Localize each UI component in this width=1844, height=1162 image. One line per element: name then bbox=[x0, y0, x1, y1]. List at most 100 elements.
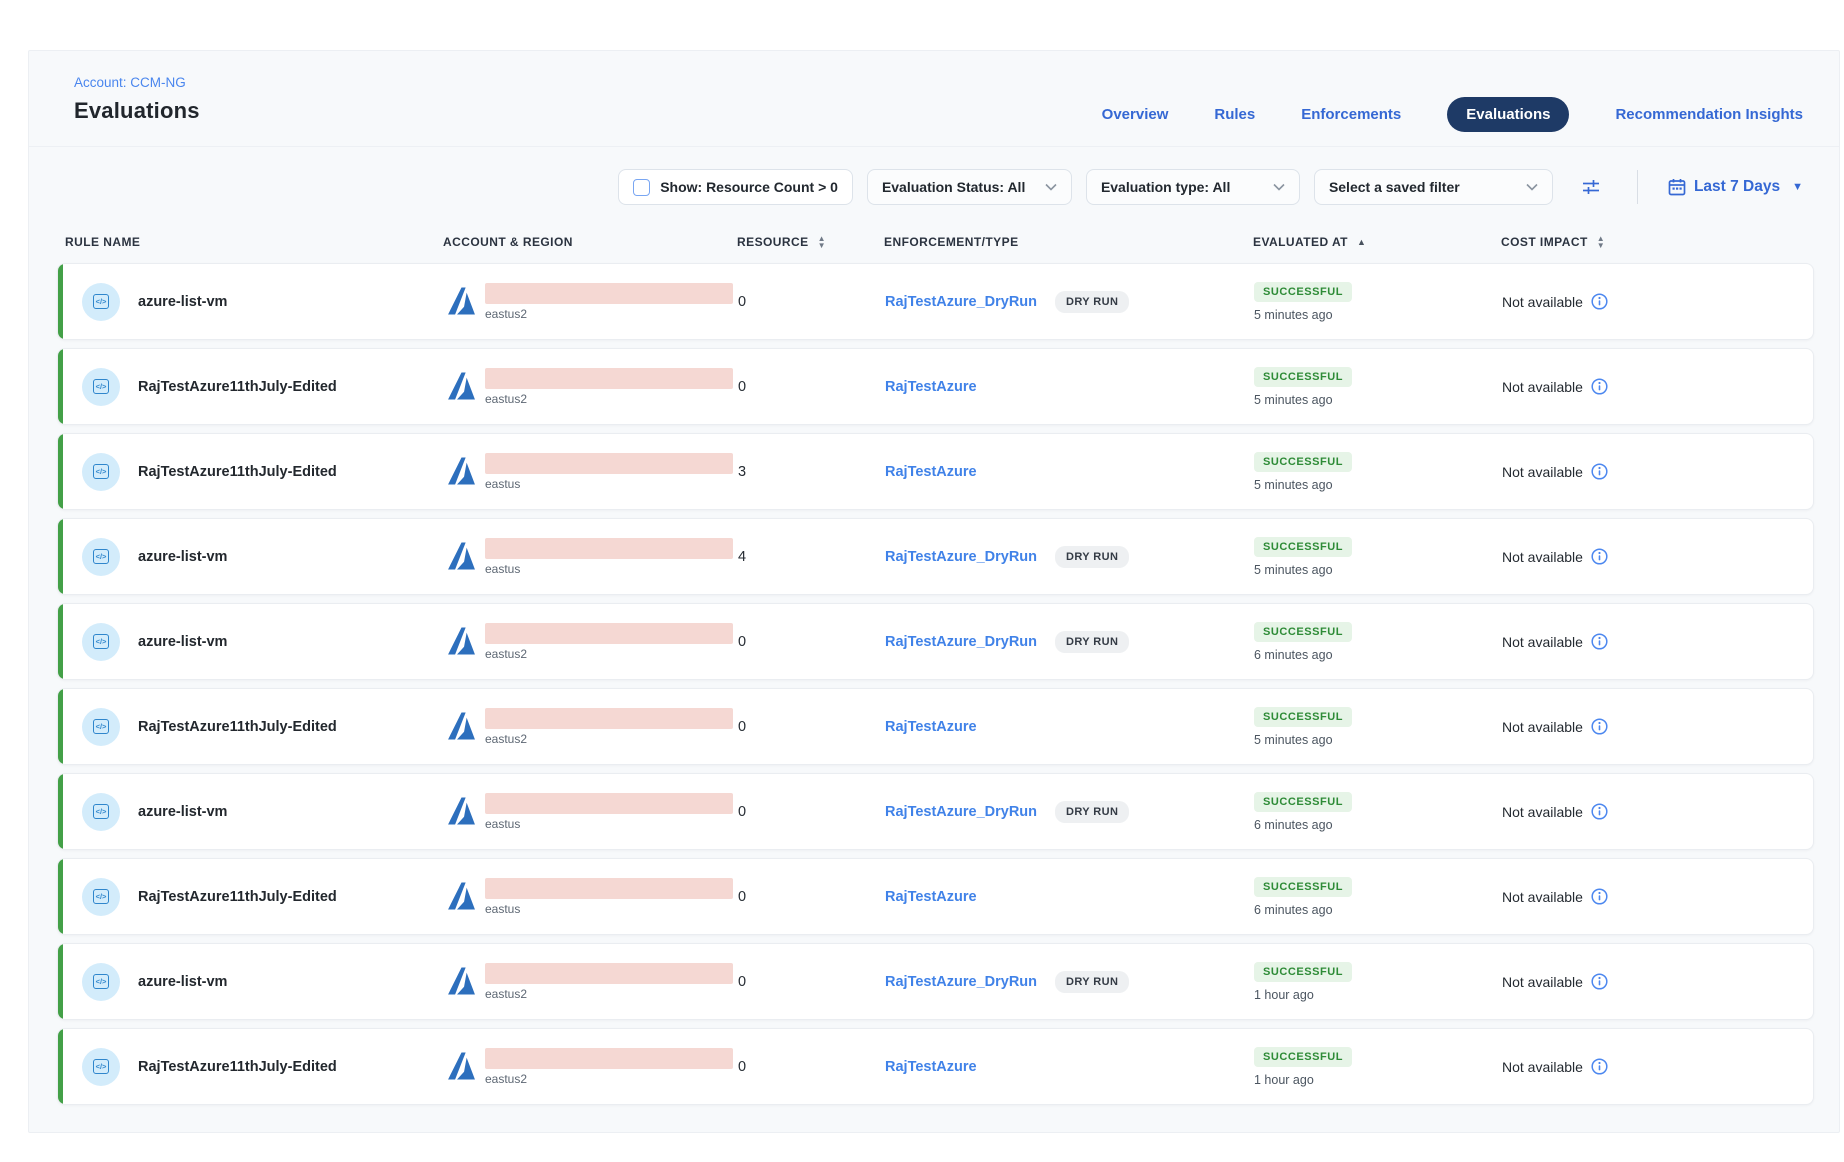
resource-count: 0 bbox=[738, 719, 885, 735]
resource-count: 0 bbox=[738, 804, 885, 820]
saved-filter-select[interactable]: Select a saved filter bbox=[1314, 169, 1553, 205]
info-icon[interactable] bbox=[1591, 973, 1608, 990]
enforcement-link[interactable]: RajTestAzure bbox=[885, 1059, 977, 1075]
evaluation-row[interactable]: </> azure-list-vm eastus2 0 RajTestAzure… bbox=[57, 603, 1814, 680]
azure-logo-icon bbox=[444, 965, 479, 997]
info-icon[interactable] bbox=[1591, 1058, 1608, 1075]
enforcement-link[interactable]: RajTestAzure_DryRun bbox=[885, 294, 1037, 310]
cost-impact-value: Not available bbox=[1502, 804, 1583, 820]
account-region-cell: eastus2 bbox=[444, 283, 738, 321]
account-breadcrumb[interactable]: Account: CCM-NG bbox=[74, 75, 200, 90]
evaluation-status-select[interactable]: Evaluation Status: All bbox=[867, 169, 1072, 205]
filter-divider bbox=[1637, 170, 1638, 204]
col-cost-impact-sort[interactable]: COST IMPACT▲▼ bbox=[1501, 235, 1814, 249]
info-icon[interactable] bbox=[1591, 548, 1608, 565]
account-name-redacted bbox=[485, 453, 733, 474]
enforcement-link[interactable]: RajTestAzure_DryRun bbox=[885, 974, 1037, 990]
nav-evaluations-active[interactable]: Evaluations bbox=[1447, 97, 1569, 132]
azure-logo-icon bbox=[444, 625, 479, 657]
evaluated-at-cell: SUCCESSFUL 5 minutes ago bbox=[1254, 537, 1502, 577]
evaluated-time: 6 minutes ago bbox=[1254, 903, 1333, 917]
status-badge: SUCCESSFUL bbox=[1254, 282, 1352, 302]
col-resource-sort[interactable]: RESOURCE▲▼ bbox=[737, 235, 884, 249]
nav-enforcements[interactable]: Enforcements bbox=[1301, 106, 1401, 123]
enforcement-link[interactable]: RajTestAzure_DryRun bbox=[885, 634, 1037, 650]
col-evaluated-at-sort[interactable]: EVALUATED AT▲ bbox=[1253, 235, 1501, 249]
enforcement-cell: RajTestAzure bbox=[885, 464, 1254, 480]
rule-name: RajTestAzure11thJuly-Edited bbox=[138, 464, 337, 480]
status-badge: SUCCESSFUL bbox=[1254, 537, 1352, 557]
evaluated-time: 6 minutes ago bbox=[1254, 818, 1333, 832]
nav-recommendation-insights[interactable]: Recommendation Insights bbox=[1615, 106, 1803, 123]
resource-count: 0 bbox=[738, 634, 885, 650]
rule-cell: </> RajTestAzure11thJuly-Edited bbox=[58, 368, 444, 406]
region-label: eastus bbox=[485, 562, 733, 576]
evaluated-time: 5 minutes ago bbox=[1254, 308, 1333, 322]
sort-icon: ▲▼ bbox=[1597, 235, 1605, 249]
custom-rule-icon: </> bbox=[82, 283, 120, 321]
info-icon[interactable] bbox=[1591, 888, 1608, 905]
resource-count-filter[interactable]: Show: Resource Count > 0 bbox=[618, 169, 853, 205]
info-icon[interactable] bbox=[1591, 718, 1608, 735]
nav-rules[interactable]: Rules bbox=[1214, 106, 1255, 123]
info-icon[interactable] bbox=[1591, 293, 1608, 310]
enforcement-link[interactable]: RajTestAzure_DryRun bbox=[885, 549, 1037, 565]
enforcement-link[interactable]: RajTestAzure bbox=[885, 379, 977, 395]
rule-cell: </> azure-list-vm bbox=[58, 538, 444, 576]
azure-logo-icon bbox=[444, 1050, 479, 1082]
rule-name: azure-list-vm bbox=[138, 549, 227, 565]
resource-count-checkbox[interactable] bbox=[633, 179, 650, 196]
evaluation-row[interactable]: </> RajTestAzure11thJuly-Edited eastus2 … bbox=[57, 688, 1814, 765]
info-icon[interactable] bbox=[1591, 803, 1608, 820]
table-body: </> azure-list-vm eastus2 0 RajTestAzure… bbox=[57, 263, 1814, 1105]
enforcement-link[interactable]: RajTestAzure bbox=[885, 719, 977, 735]
evaluated-at-cell: SUCCESSFUL 1 hour ago bbox=[1254, 962, 1502, 1002]
evaluated-at-cell: SUCCESSFUL 6 minutes ago bbox=[1254, 877, 1502, 917]
resource-count: 0 bbox=[738, 379, 885, 395]
evaluation-row[interactable]: </> azure-list-vm eastus 4 RajTestAzure_… bbox=[57, 518, 1814, 595]
enforcement-link[interactable]: RajTestAzure bbox=[885, 464, 977, 480]
evaluation-row[interactable]: </> RajTestAzure11thJuly-Edited eastus2 … bbox=[57, 348, 1814, 425]
nav-overview[interactable]: Overview bbox=[1102, 106, 1169, 123]
sort-icon: ▲▼ bbox=[818, 235, 826, 249]
info-icon[interactable] bbox=[1591, 463, 1608, 480]
account-name-redacted bbox=[485, 793, 733, 814]
evaluation-row[interactable]: </> RajTestAzure11thJuly-Edited eastus2 … bbox=[57, 1028, 1814, 1105]
evaluation-row[interactable]: </> RajTestAzure11thJuly-Edited eastus 0… bbox=[57, 858, 1814, 935]
evaluation-row[interactable]: </> azure-list-vm eastus2 0 RajTestAzure… bbox=[57, 263, 1814, 340]
account-region-cell: eastus2 bbox=[444, 708, 738, 746]
evaluated-at-cell: SUCCESSFUL 6 minutes ago bbox=[1254, 792, 1502, 832]
enforcement-cell: RajTestAzure_DryRun DRY RUN bbox=[885, 801, 1254, 823]
evaluated-time: 5 minutes ago bbox=[1254, 733, 1333, 747]
filter-settings-button[interactable] bbox=[1581, 177, 1601, 197]
account-name-redacted bbox=[485, 708, 733, 729]
custom-rule-icon: </> bbox=[82, 793, 120, 831]
status-badge: SUCCESSFUL bbox=[1254, 707, 1352, 727]
region-label: eastus2 bbox=[485, 732, 733, 746]
evaluated-time: 6 minutes ago bbox=[1254, 648, 1333, 662]
account-region-cell: eastus bbox=[444, 538, 738, 576]
page-title: Evaluations bbox=[74, 98, 200, 124]
evaluation-row[interactable]: </> azure-list-vm eastus 0 RajTestAzure_… bbox=[57, 773, 1814, 850]
enforcement-cell: RajTestAzure_DryRun DRY RUN bbox=[885, 631, 1254, 653]
region-label: eastus2 bbox=[485, 392, 733, 406]
info-icon[interactable] bbox=[1591, 633, 1608, 650]
chevron-down-icon bbox=[1273, 183, 1285, 191]
evaluation-type-select[interactable]: Evaluation type: All bbox=[1086, 169, 1300, 205]
dry-run-badge: DRY RUN bbox=[1055, 546, 1129, 568]
enforcement-link[interactable]: RajTestAzure bbox=[885, 889, 977, 905]
account-name-redacted bbox=[485, 623, 733, 644]
azure-logo-icon bbox=[444, 880, 479, 912]
custom-rule-icon: </> bbox=[82, 963, 120, 1001]
sort-asc-icon: ▲ bbox=[1357, 238, 1366, 247]
evaluation-row[interactable]: </> azure-list-vm eastus2 0 RajTestAzure… bbox=[57, 943, 1814, 1020]
enforcement-cell: RajTestAzure_DryRun DRY RUN bbox=[885, 971, 1254, 993]
resource-count: 0 bbox=[738, 974, 885, 990]
date-range-picker[interactable]: Last 7 Days ▼ bbox=[1668, 178, 1803, 196]
azure-logo-icon bbox=[444, 710, 479, 742]
evaluation-row[interactable]: </> RajTestAzure11thJuly-Edited eastus 3… bbox=[57, 433, 1814, 510]
enforcement-link[interactable]: RajTestAzure_DryRun bbox=[885, 804, 1037, 820]
info-icon[interactable] bbox=[1591, 378, 1608, 395]
page-header: Account: CCM-NG Evaluations Overview Rul… bbox=[29, 51, 1839, 147]
rule-name: RajTestAzure11thJuly-Edited bbox=[138, 719, 337, 735]
